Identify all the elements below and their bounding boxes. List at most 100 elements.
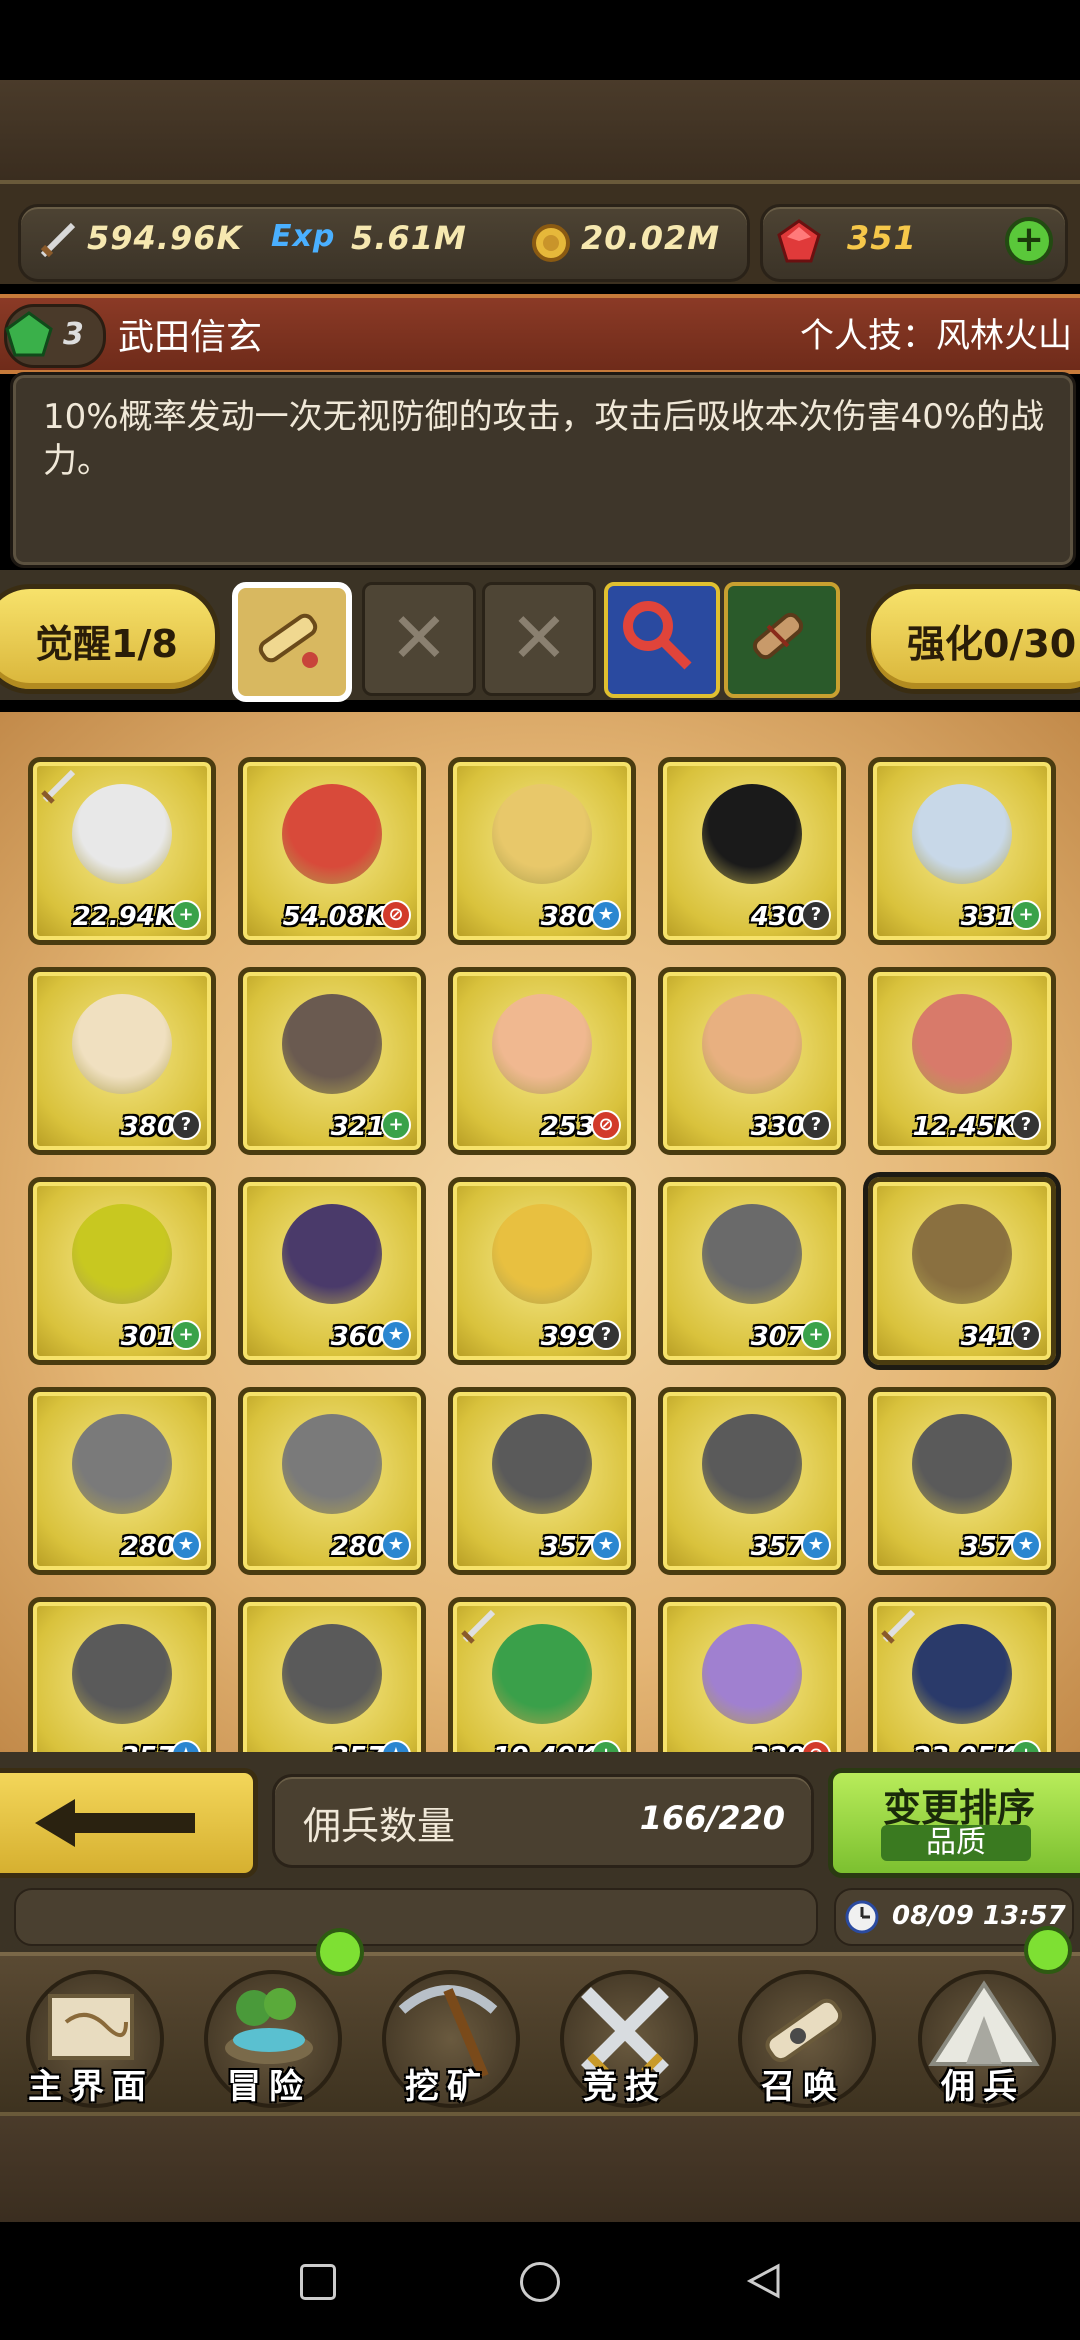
slot-empty-2[interactable]: ✕ (482, 582, 596, 696)
mercenary-card[interactable]: 357★ (238, 1597, 426, 1752)
mercenary-portrait (912, 994, 1012, 1094)
mercenary-card[interactable]: 341? (868, 1177, 1056, 1365)
bottom-navigation: 主界面 冒险 挖矿 竞技 召唤 佣兵 (0, 1926, 1080, 2116)
home-button[interactable] (520, 2262, 560, 2302)
mercenary-card[interactable]: 360 ★ (238, 1177, 426, 1365)
mercenary-power: 253 (540, 1112, 595, 1142)
enhance-button[interactable]: 强化0/30 (866, 584, 1080, 694)
mercenary-power: 301 (120, 1322, 175, 1352)
mercenary-type-badge-icon: ★ (171, 1530, 201, 1560)
mercenary-card[interactable]: 330? (658, 967, 846, 1155)
nav-arena[interactable]: 竞技 (540, 1956, 710, 2116)
x-icon: ✕ (509, 597, 569, 679)
enhance-label: 强化0/30 (907, 622, 1077, 666)
mercenary-card[interactable]: 12.45K? (868, 967, 1056, 1155)
exp-icon: Exp (271, 219, 336, 254)
mercenary-portrait (282, 1624, 382, 1724)
slot-skill-blue[interactable] (604, 582, 720, 698)
mercenary-portrait (702, 784, 802, 884)
top-decoration (0, 80, 1080, 184)
skill-description: 10%概率发动一次无视防御的攻击，攻击后吸收本次伤害40%的战力。 (43, 397, 1045, 481)
mercenary-type-badge-icon: + (1011, 1740, 1041, 1752)
sort-button[interactable]: 变更排序 品质 (828, 1768, 1080, 1878)
notification-dot (1024, 1926, 1072, 1974)
attack-value: 594.96K (87, 219, 243, 257)
mercenary-portrait (72, 1204, 172, 1304)
mercenary-card[interactable]: 22.94K + (28, 757, 216, 945)
mercenary-portrait (912, 1624, 1012, 1724)
mercenary-type-badge-icon: ★ (381, 1740, 411, 1752)
mercenary-card[interactable]: 23.05K+ (868, 1597, 1056, 1752)
awaken-button[interactable]: 觉醒1/8 (0, 584, 220, 694)
green-gem-icon (5, 311, 53, 357)
awaken-label: 觉醒1/8 (35, 622, 178, 666)
mercenary-power: 330 (750, 1112, 805, 1142)
coin-icon (532, 224, 570, 262)
back-button[interactable] (0, 1768, 258, 1878)
recent-apps-button[interactable] (300, 2264, 336, 2300)
mercenary-portrait (912, 1204, 1012, 1304)
slot-equipped-scroll[interactable] (232, 582, 352, 702)
message-strip (14, 1888, 818, 1946)
mercenary-card[interactable]: 280 ★ (238, 1387, 426, 1575)
mercenary-type-badge-icon: ? (591, 1320, 621, 1350)
sort-label: 变更排序 (883, 1786, 1036, 1830)
mercenary-type-badge-icon: + (801, 1320, 831, 1350)
sword-icon (40, 222, 76, 258)
mercenary-type-badge-icon: ★ (591, 900, 621, 930)
mercenary-card[interactable]: 331 + (868, 757, 1056, 945)
resource-bar: 594.96K Exp 5.61M 20.02M 351 + (0, 184, 1080, 284)
mercenary-card[interactable]: 430? (658, 757, 846, 945)
mercenary-card[interactable]: 19.49K+ (448, 1597, 636, 1752)
mercenary-power: 357 (243, 1742, 385, 1752)
sort-sub-label: 品质 (881, 1825, 1031, 1861)
mercenary-type-badge-icon: ? (801, 900, 831, 930)
mercenary-card[interactable]: 321 + (238, 967, 426, 1155)
mercenary-power: 331 (960, 902, 1015, 932)
mercenary-grid: 22.94K +54.08K ⊘ 380 ★ 430? 331 +380? 321 +253 ⊘ 33… (0, 712, 1080, 1752)
clock-icon (845, 1900, 879, 1934)
mercenary-card[interactable]: 357★ (28, 1597, 216, 1752)
mercenary-type-badge-icon: ? (1011, 1320, 1041, 1350)
system-navigation-bar (0, 2222, 1080, 2340)
equipment-slot-row: 觉醒1/8 ✕ ✕ 强化0/30 (0, 570, 1080, 702)
resource-pill-gems: 351 + (760, 204, 1068, 282)
mercenary-type-badge-icon: ⊘ (591, 1110, 621, 1140)
slot-empty-1[interactable]: ✕ (362, 582, 476, 696)
mercenary-type-badge-icon: ? (1011, 1110, 1041, 1140)
mercenary-card[interactable]: 329⊘ (658, 1597, 846, 1752)
slot-skill-green[interactable] (724, 582, 840, 698)
mercenary-power: 321 (330, 1112, 385, 1142)
nav-summon-label: 召唤 (761, 2067, 845, 2107)
nav-summon[interactable]: 召唤 (718, 1956, 888, 2116)
mercenary-card[interactable]: 54.08K ⊘ (238, 757, 426, 945)
mercenary-card[interactable]: 399? (448, 1177, 636, 1365)
mercenary-type-badge-icon: ★ (171, 1740, 201, 1752)
mercenary-portrait (702, 994, 802, 1094)
mercenary-type-badge-icon: + (171, 1320, 201, 1350)
mercenary-power: 399 (540, 1322, 595, 1352)
nav-mercenary[interactable]: 佣兵 (898, 1926, 1072, 2116)
mercenary-card[interactable]: 380? (28, 967, 216, 1155)
mercenary-portrait (282, 1414, 382, 1514)
mercenary-card[interactable]: 357★ (658, 1387, 846, 1575)
mercenary-portrait (912, 1414, 1012, 1514)
nav-adventure[interactable]: 冒险 (184, 1928, 364, 2116)
mercenary-power: 307 (750, 1322, 805, 1352)
mercenary-card[interactable]: 307 + (658, 1177, 846, 1365)
status-footer: 08/09 13:57 (0, 1882, 1080, 1952)
gems-value: 351 (847, 219, 917, 257)
mercenary-card[interactable]: 280 ★ (28, 1387, 216, 1575)
mercenary-card[interactable]: 357★ (868, 1387, 1056, 1575)
nav-main[interactable]: 主界面 (6, 1956, 176, 2116)
mercenary-type-badge-icon: ? (801, 1110, 831, 1140)
back-triangle-icon[interactable] (744, 2262, 784, 2300)
add-gems-button[interactable]: + (1005, 217, 1053, 265)
mercenary-card[interactable]: 380 ★ (448, 757, 636, 945)
mercenary-card[interactable]: 301 + (28, 1177, 216, 1365)
nav-mining[interactable]: 挖矿 (362, 1956, 532, 2116)
mercenary-card[interactable]: 357★ (448, 1387, 636, 1575)
mercenary-card[interactable]: 253 ⊘ (448, 967, 636, 1155)
mercenary-type-badge-icon: ★ (381, 1320, 411, 1350)
mercenary-portrait (72, 1624, 172, 1724)
